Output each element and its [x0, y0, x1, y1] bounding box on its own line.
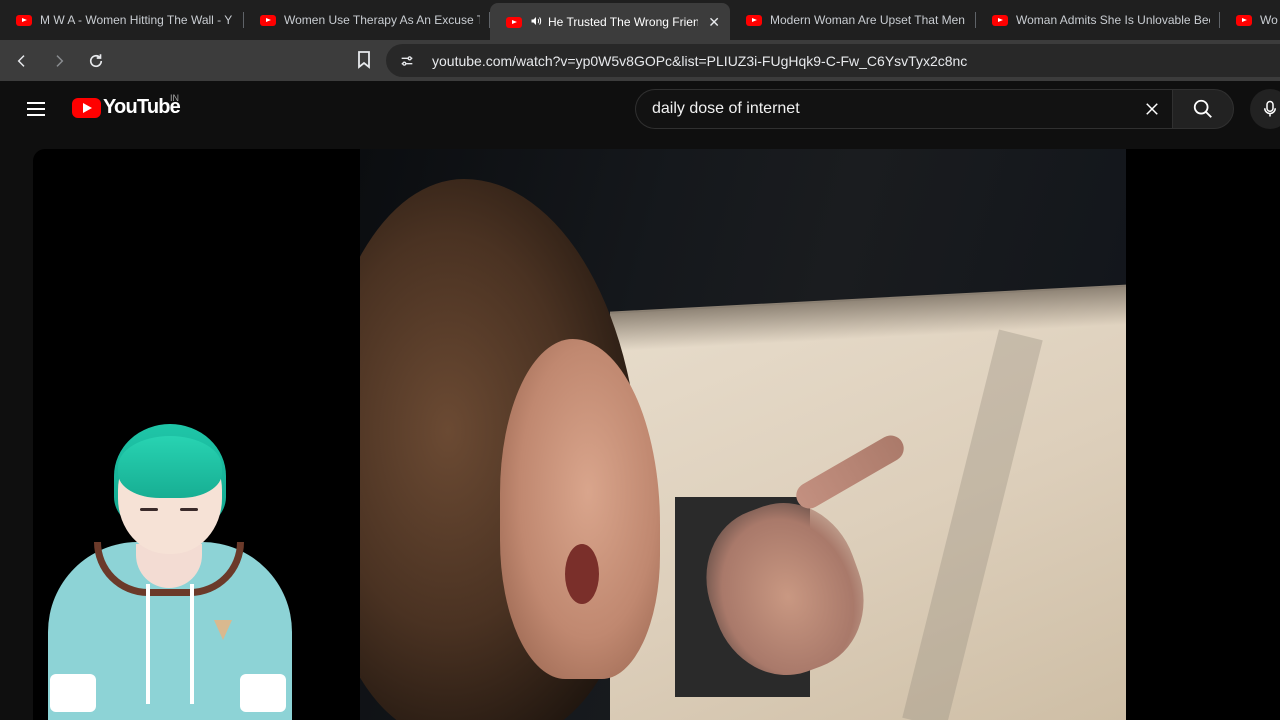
- hamburger-icon[interactable]: [20, 93, 52, 125]
- tab-close-icon[interactable]: ✕: [708, 14, 720, 31]
- avatar-eye-left: [140, 508, 158, 511]
- avatar-cuff: [50, 674, 96, 712]
- search-icon: [1193, 99, 1212, 118]
- forward-button[interactable]: [44, 46, 74, 76]
- country-code: IN: [170, 93, 179, 103]
- address-bar[interactable]: youtube.com/watch?v=yp0W5v8GOPc&list=PLI…: [386, 44, 1280, 77]
- avatar-eye-right: [180, 508, 198, 511]
- youtube-play-icon: [72, 97, 101, 118]
- youtube-favicon-icon: [260, 14, 276, 26]
- back-button[interactable]: [7, 46, 37, 76]
- youtube-favicon-icon: [16, 14, 32, 26]
- browser-tab[interactable]: M W A - Women Hitting The Wall - Y: [0, 0, 244, 40]
- browser-tab[interactable]: Modern Woman Are Upset That Men: [730, 0, 976, 40]
- youtube-masthead: YouTube IN daily dose of internet: [0, 81, 1280, 137]
- youtube-favicon-icon: [746, 14, 762, 26]
- browser-tab[interactable]: Women Use Therapy As An Excuse To: [244, 0, 490, 40]
- tab-title: Women Use Therapy As An Excuse To: [284, 13, 480, 27]
- tab-title: Wo: [1260, 13, 1278, 27]
- bookmark-button[interactable]: [350, 46, 378, 74]
- tab-title: He Trusted The Wrong Friend: [548, 15, 699, 29]
- youtube-favicon-icon: [1236, 14, 1252, 26]
- youtube-favicon-icon: [506, 16, 522, 28]
- voice-search-button[interactable]: [1250, 89, 1280, 129]
- browser-tab[interactable]: Woman Admits She Is Unlovable Bec: [976, 0, 1220, 40]
- arrow-left-icon: [17, 54, 25, 67]
- search-query-text[interactable]: daily dose of internet: [652, 100, 1132, 118]
- avatar-hood-string: [146, 584, 150, 704]
- speaker-icon[interactable]: [530, 15, 542, 30]
- youtube-logo[interactable]: YouTube IN: [72, 93, 181, 119]
- video-person-mouth: [565, 544, 599, 604]
- browser-tab-strip: M W A - Women Hitting The Wall - Y Women…: [0, 0, 1280, 40]
- mic-icon: [1264, 100, 1276, 117]
- search-button[interactable]: [1172, 89, 1234, 129]
- youtube-favicon-icon: [992, 14, 1008, 26]
- reload-button[interactable]: [81, 46, 111, 76]
- browser-tab[interactable]: Wo: [1220, 0, 1280, 40]
- video-frame[interactable]: [360, 149, 1126, 720]
- browser-tab-active[interactable]: He Trusted The Wrong Friend ✕: [490, 3, 730, 40]
- avatar-fringe: [118, 436, 222, 498]
- reload-icon: [89, 53, 103, 67]
- vtuber-avatar: [44, 424, 294, 720]
- tune-icon[interactable]: [396, 50, 418, 72]
- url-text[interactable]: youtube.com/watch?v=yp0W5v8GOPc&list=PLI…: [432, 53, 967, 69]
- browser-toolbar: youtube.com/watch?v=yp0W5v8GOPc&list=PLI…: [0, 40, 1280, 81]
- bookmark-icon: [358, 51, 370, 69]
- tab-title: M W A - Women Hitting The Wall - Y: [40, 13, 233, 27]
- logo-wordmark: YouTube: [103, 96, 181, 118]
- avatar-cuff: [240, 674, 286, 712]
- search-input[interactable]: daily dose of internet: [635, 89, 1172, 129]
- close-icon[interactable]: [1132, 90, 1172, 128]
- tab-title: Woman Admits She Is Unlovable Bec: [1016, 13, 1210, 27]
- tab-title: Modern Woman Are Upset That Men: [770, 13, 965, 27]
- avatar-hood-string: [190, 584, 194, 704]
- arrow-right-icon: [56, 54, 64, 67]
